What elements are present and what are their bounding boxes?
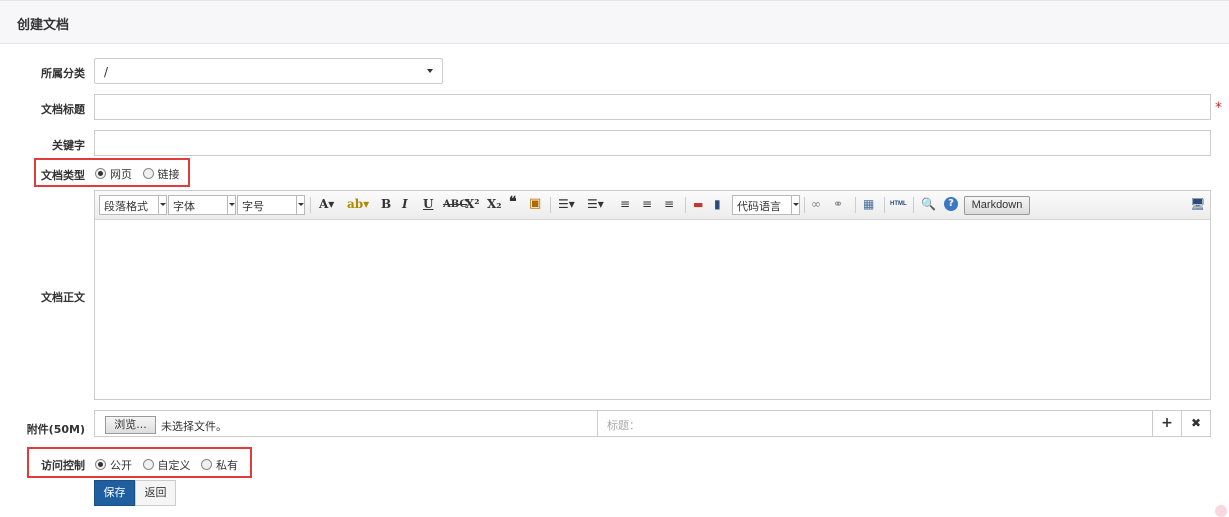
html-source-icon[interactable]: HTML <box>890 201 907 207</box>
radio-checked-icon[interactable] <box>95 458 106 470</box>
paragraph-format-select[interactable]: 段落格式 <box>99 195 167 215</box>
toolbar-separator <box>855 197 856 213</box>
access-options: 公开 自定义 私有 <box>95 457 245 473</box>
chevron-down-icon <box>427 69 433 73</box>
video-icon[interactable]: ▮ <box>714 197 721 211</box>
radio-unchecked-icon[interactable] <box>142 458 154 470</box>
subscript-icon[interactable]: X₂ <box>487 197 502 211</box>
markdown-button[interactable]: Markdown <box>964 196 1030 215</box>
image-icon[interactable]: ▬ <box>693 198 703 211</box>
unordered-list-icon[interactable]: ☰▾ <box>587 197 604 211</box>
chevron-down-icon <box>296 196 304 214</box>
keywords-input[interactable] <box>94 130 1211 156</box>
radio-unchecked-icon[interactable] <box>142 167 154 179</box>
divider <box>597 411 598 436</box>
toolbar-separator <box>550 197 551 213</box>
access-public-option[interactable]: 公开 <box>95 457 132 473</box>
italic-icon[interactable]: I <box>402 197 408 211</box>
category-select[interactable]: / <box>94 58 443 84</box>
remove-icon[interactable]: ✖ <box>1181 411 1210 436</box>
superscript-icon[interactable]: X² <box>465 197 480 211</box>
attachment-row: 浏览... 未选择文件。 标题： + ✖ <box>94 410 1211 437</box>
bold-icon[interactable]: B <box>381 197 391 211</box>
doc-type-link-option[interactable]: 链接 <box>142 166 180 182</box>
align-right-icon[interactable]: ≡ <box>664 197 674 211</box>
chevron-down-icon <box>791 196 799 214</box>
page-header: 创建文档 <box>0 0 1229 44</box>
align-center-icon[interactable]: ≡ <box>642 197 652 211</box>
strikethrough-icon[interactable]: ABC <box>443 199 467 210</box>
no-file-text: 未选择文件。 <box>161 420 227 433</box>
access-label: 访问控制 <box>41 459 85 472</box>
radio-checked-icon[interactable] <box>95 167 106 179</box>
category-label: 所属分类 <box>41 67 85 80</box>
category-value: / <box>104 65 109 79</box>
title-input[interactable] <box>94 94 1211 120</box>
rich-text-editor: 段落格式 字体 字号 A▾ ab▾ B I U ABC X² X₂ ❝ ▣ ☰▾… <box>94 190 1211 400</box>
doc-type-label: 文档类型 <box>41 169 85 182</box>
fullscreen-icon[interactable]: 🖥 <box>1190 197 1205 211</box>
doc-type-options: 网页 链接 <box>95 166 187 182</box>
add-icon[interactable]: + <box>1152 411 1181 436</box>
back-button[interactable]: 返回 <box>135 480 176 506</box>
corner-decoration <box>1215 505 1227 517</box>
toolbar-separator <box>685 197 686 213</box>
access-custom-option[interactable]: 自定义 <box>142 457 191 473</box>
body-label: 文档正文 <box>41 291 85 304</box>
help-icon[interactable]: ? <box>944 197 958 211</box>
save-button[interactable]: 保存 <box>94 480 135 506</box>
toolbar-separator <box>310 197 311 213</box>
editor-content-area[interactable] <box>95 221 1210 399</box>
keywords-label: 关键字 <box>52 139 85 152</box>
code-language-select[interactable]: 代码语言 <box>732 195 800 215</box>
align-left-icon[interactable]: ≡ <box>620 197 630 211</box>
quote-icon[interactable]: ❝ <box>509 194 517 210</box>
paste-text-icon[interactable]: ▣ <box>529 196 541 211</box>
font-size-select[interactable]: 字号 <box>237 195 305 215</box>
attachment-title-input[interactable]: 标题： <box>607 417 640 433</box>
chevron-down-icon <box>227 196 235 214</box>
font-color-icon[interactable]: A▾ <box>319 197 334 211</box>
page-title: 创建文档 <box>17 18 70 33</box>
table-icon[interactable]: ▦ <box>863 197 874 211</box>
editor-toolbar: 段落格式 字体 字号 A▾ ab▾ B I U ABC X² X₂ ❝ ▣ ☰▾… <box>95 191 1210 220</box>
access-private-option[interactable]: 私有 <box>201 457 238 473</box>
toolbar-separator <box>884 197 885 213</box>
toolbar-separator <box>804 197 805 213</box>
required-star: * <box>1215 100 1222 116</box>
doc-type-web-option[interactable]: 网页 <box>95 166 132 182</box>
browse-button[interactable]: 浏览... <box>105 416 156 434</box>
ordered-list-icon[interactable]: ☰▾ <box>558 197 575 211</box>
search-icon[interactable]: 🔍 <box>921 197 936 211</box>
radio-unchecked-icon[interactable] <box>201 458 212 470</box>
highlight-color-icon[interactable]: ab▾ <box>347 197 369 211</box>
toolbar-separator <box>913 197 914 213</box>
font-family-select[interactable]: 字体 <box>168 195 236 215</box>
attachment-label: 附件(50M) <box>26 423 85 436</box>
underline-icon[interactable]: U <box>423 197 433 211</box>
chevron-down-icon <box>158 196 166 214</box>
link-icon[interactable]: ∞ <box>811 197 821 211</box>
title-label: 文档标题 <box>41 103 85 116</box>
unlink-icon[interactable]: ⚭ <box>833 197 843 211</box>
